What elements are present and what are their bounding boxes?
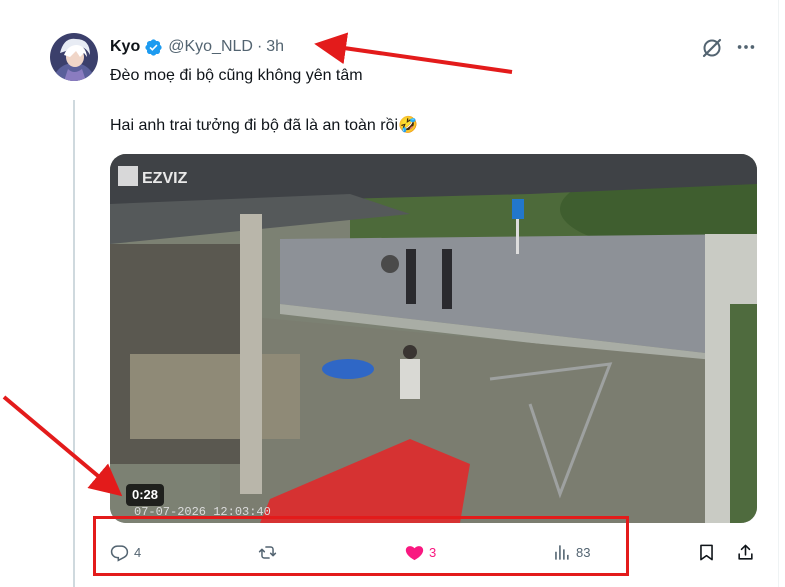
- author-handle[interactable]: @Kyo_NLD: [168, 38, 253, 56]
- timeline-border: [778, 0, 779, 587]
- thread-line: [73, 100, 75, 587]
- tweet-text-line2: Hai anh trai tưởng đi bộ đã là an toàn r…: [110, 117, 418, 134]
- author-name[interactable]: Kyo: [110, 38, 140, 56]
- bookmark-icon: [700, 544, 713, 560]
- video-player[interactable]: EZVIZ 07-07-2026 12:03:40: [110, 154, 757, 523]
- share-icon: [738, 544, 753, 560]
- share-button[interactable]: [736, 540, 755, 564]
- verified-icon: [145, 38, 162, 56]
- video-duration: 0:28: [126, 484, 165, 506]
- tweet-header: Kyo @Kyo_NLD · 3h: [110, 36, 284, 58]
- video-watermark: EZVIZ: [142, 170, 188, 187]
- bookmark-button[interactable]: [697, 540, 716, 564]
- more-icon[interactable]: [735, 36, 757, 58]
- avatar[interactable]: [50, 33, 98, 81]
- timestamp[interactable]: 3h: [266, 38, 284, 56]
- separator-dot: ·: [256, 38, 263, 55]
- tweet-text-line1: Đèo moẹ đi bộ cũng không yên tâm: [110, 67, 363, 84]
- arrow-to-duration: [2, 395, 123, 497]
- grok-icon[interactable]: [700, 36, 724, 60]
- highlight-box: [93, 516, 629, 576]
